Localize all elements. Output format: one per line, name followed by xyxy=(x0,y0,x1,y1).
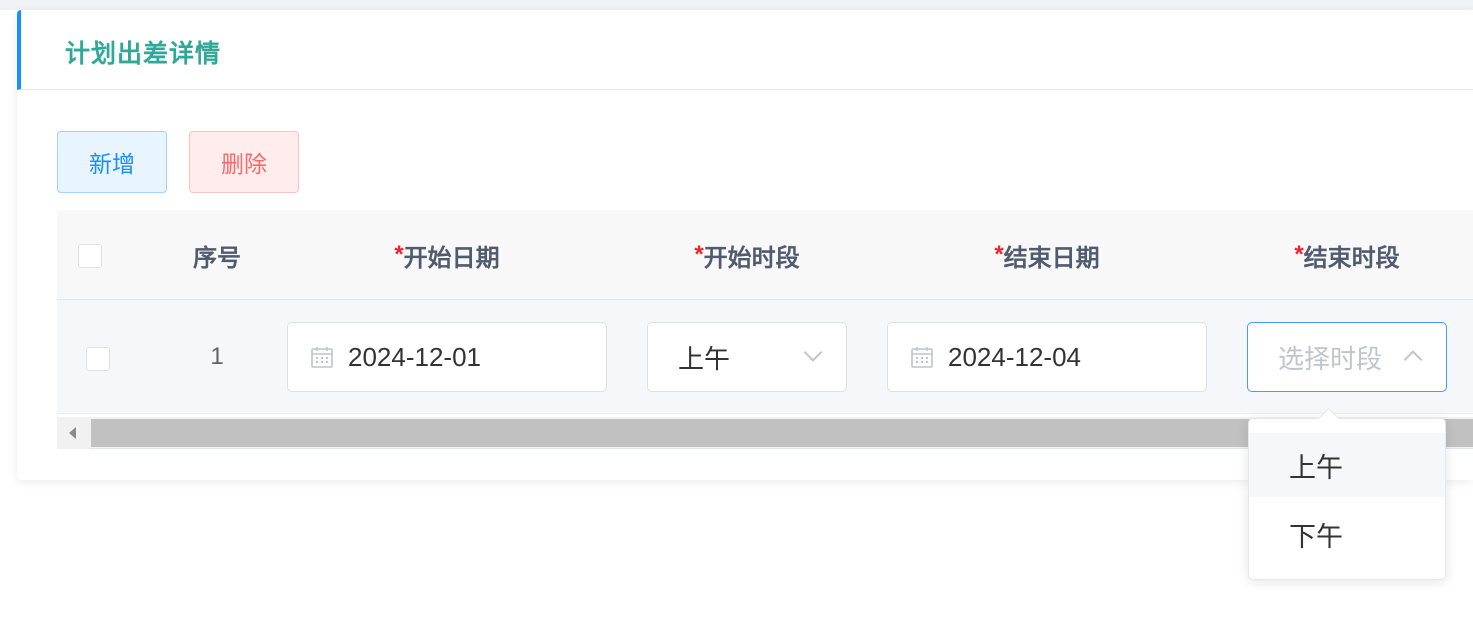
column-header-end-period: * 结束时段 xyxy=(1247,210,1447,300)
dropdown-option-am[interactable]: 上午 xyxy=(1249,433,1445,497)
table-row: 1 2024-12-01 上午 2024-12-04 选择时段 xyxy=(57,300,1473,414)
select-all-checkbox[interactable] xyxy=(78,244,102,268)
column-header-label: 结束时段 xyxy=(1303,244,1400,272)
dropdown-option-pm[interactable]: 下午 xyxy=(1249,502,1445,566)
chevron-up-icon xyxy=(1403,350,1423,362)
row-index: 1 xyxy=(210,343,224,370)
required-mark: * xyxy=(394,241,404,268)
column-header-start-period: * 开始时段 xyxy=(647,210,847,300)
start-period-value: 上午 xyxy=(678,343,731,374)
table-header: 序号 * 开始日期 * 开始时段 * 结束日期 * 结束时段 xyxy=(57,210,1473,300)
column-header-start-date: * 开始日期 xyxy=(287,210,607,300)
end-date-picker[interactable]: 2024-12-04 xyxy=(887,322,1207,392)
column-header-index: 序号 xyxy=(193,244,241,272)
required-mark: * xyxy=(1294,241,1304,268)
column-header-label: 结束日期 xyxy=(1003,244,1100,272)
end-period-select[interactable]: 选择时段 xyxy=(1247,322,1447,392)
page-background-strip xyxy=(0,0,1473,10)
scroll-left-arrow-icon[interactable] xyxy=(57,417,89,449)
column-header-label: 开始日期 xyxy=(403,244,500,272)
start-period-select[interactable]: 上午 xyxy=(647,322,847,392)
delete-button[interactable]: 删除 xyxy=(189,131,299,193)
start-date-picker[interactable]: 2024-12-01 xyxy=(287,322,607,392)
card-header: 计划出差详情 xyxy=(17,10,1473,90)
trip-detail-card: 计划出差详情 新增 删除 序号 * 开始日期 * 开始时段 * 结束日期 * 结束时段 … xyxy=(17,10,1473,480)
card-title: 计划出差详情 xyxy=(65,40,222,68)
end-period-placeholder: 选择时段 xyxy=(1278,343,1383,374)
chevron-down-icon xyxy=(803,350,823,362)
required-mark: * xyxy=(694,241,704,268)
required-mark: * xyxy=(994,241,1004,268)
calendar-icon xyxy=(911,347,933,368)
calendar-icon xyxy=(311,347,333,368)
add-button[interactable]: 新增 xyxy=(57,131,167,193)
row-checkbox[interactable] xyxy=(86,347,110,371)
period-dropdown: 上午 下午 xyxy=(1248,407,1446,580)
column-header-label: 开始时段 xyxy=(703,244,800,272)
end-date-value: 2024-12-04 xyxy=(948,341,1081,372)
column-header-end-date: * 结束日期 xyxy=(887,210,1207,300)
start-date-value: 2024-12-01 xyxy=(348,341,481,372)
trip-table: 序号 * 开始日期 * 开始时段 * 结束日期 * 结束时段 1 2024-12… xyxy=(57,210,1473,450)
